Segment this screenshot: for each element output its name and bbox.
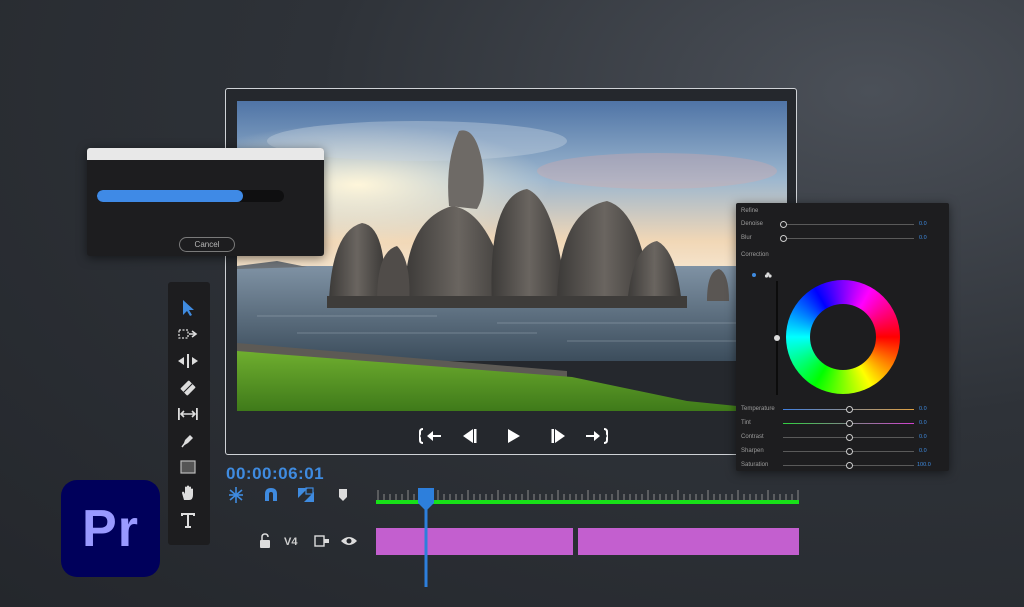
video-clip[interactable] [376, 528, 573, 555]
adjust-value[interactable]: 0.0 [919, 434, 927, 440]
luma-slider-handle[interactable] [774, 335, 780, 341]
adjust-label: Contrast [741, 434, 764, 440]
razor-icon [180, 380, 196, 396]
section-title-refine: Refine [741, 208, 759, 214]
adjust-value[interactable]: 0.0 [919, 448, 927, 454]
slip-tool[interactable] [176, 402, 200, 426]
razor-tool[interactable] [176, 376, 200, 400]
adjust-slider-handle[interactable] [845, 448, 853, 455]
adjust-slider-handle[interactable] [845, 420, 853, 427]
type-tool[interactable] [176, 508, 200, 532]
adjust-label: Temperature [741, 406, 775, 412]
refine-slider[interactable] [783, 224, 914, 225]
hand-icon [182, 485, 193, 500]
track-select-icon [178, 329, 198, 339]
adjust-slider-handle[interactable] [845, 406, 853, 413]
progress-bar [97, 190, 284, 202]
refine-value[interactable]: 0.0 [919, 221, 927, 227]
ripple-edit-icon [178, 354, 198, 368]
adjust-slider-handle[interactable] [845, 462, 853, 469]
ripple-edit-tool[interactable] [176, 349, 200, 373]
work-area-bar [376, 500, 799, 504]
linked-selection-icon[interactable] [297, 486, 315, 504]
lock-icon[interactable] [256, 532, 274, 550]
selection-tool[interactable] [176, 296, 200, 320]
toggle-sync-icon[interactable] [313, 532, 331, 550]
refine-slider[interactable] [783, 238, 914, 239]
refine-label: Denoise [741, 221, 764, 227]
arrow-icon [183, 300, 194, 316]
section-title-correction: Correction [741, 252, 769, 258]
rectangle-tool[interactable] [176, 455, 200, 479]
refine-slider-handle[interactable] [780, 221, 787, 228]
hand-tool[interactable] [176, 481, 200, 505]
play-icon[interactable] [499, 424, 527, 448]
eye-icon[interactable] [340, 532, 358, 550]
adjust-value[interactable]: 0.0 [919, 420, 927, 426]
adjust-value[interactable]: 0.0 [919, 406, 927, 412]
refine-label: Blur [741, 235, 752, 241]
rectangle-icon [180, 460, 196, 474]
pen-icon [181, 435, 193, 448]
type-icon [181, 513, 195, 528]
magnet-icon[interactable] [262, 486, 280, 504]
timecode-display[interactable]: 00:00:06:01 [226, 464, 324, 484]
go-to-in-icon[interactable] [417, 424, 445, 448]
refine-value[interactable]: 0.0 [919, 235, 927, 241]
track-label[interactable]: V4 [284, 536, 297, 548]
go-to-out-icon[interactable] [582, 424, 610, 448]
step-back-icon[interactable] [455, 424, 483, 448]
premiere-pro-logo-text: Pr [82, 499, 139, 558]
adjust-value[interactable]: 100.0 [917, 462, 931, 468]
dialog-titlebar [87, 148, 324, 160]
color-wheel-center [810, 304, 876, 370]
slip-icon [178, 408, 198, 420]
snap-icon[interactable] [227, 486, 245, 504]
video-clip[interactable] [578, 528, 799, 555]
marker-icon[interactable] [334, 486, 352, 504]
adjust-label: Saturation [741, 462, 769, 468]
cancel-button[interactable]: Cancel [179, 237, 235, 252]
pen-tool[interactable] [176, 428, 200, 452]
playhead[interactable] [417, 487, 435, 592]
track-select-tool[interactable] [176, 322, 200, 346]
step-forward-icon[interactable] [545, 424, 573, 448]
adjust-label: Tint [741, 420, 751, 426]
progress-bar-fill [97, 190, 243, 202]
adjust-slider-handle[interactable] [845, 434, 853, 441]
refine-slider-handle[interactable] [780, 235, 787, 242]
timeline-ruler[interactable] [376, 488, 799, 508]
adjust-label: Sharpen [741, 448, 764, 454]
